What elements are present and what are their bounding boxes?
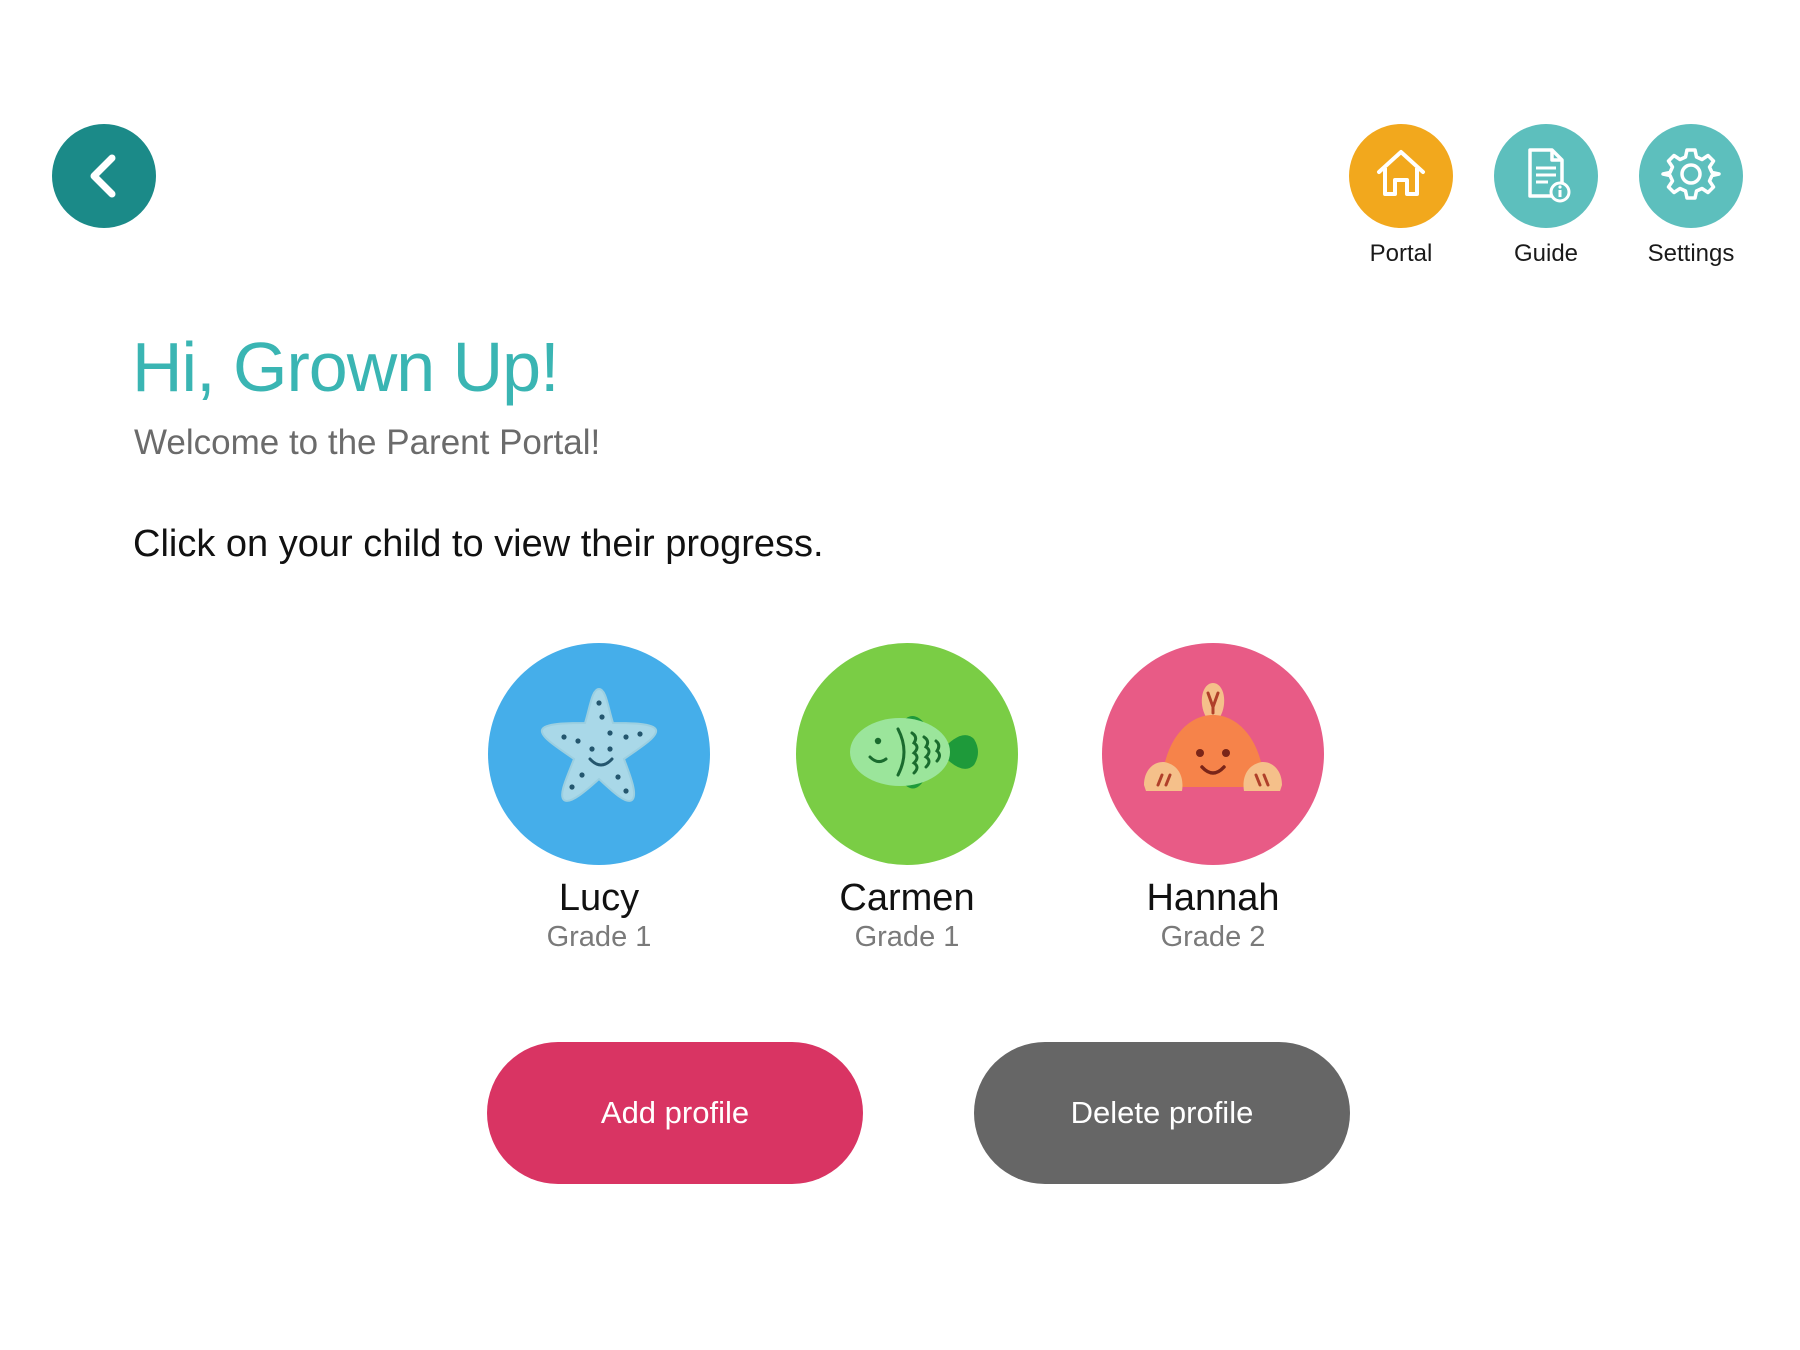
child-grade: Grade 2 <box>1160 920 1266 953</box>
nav-guide-button[interactable]: Guide <box>1476 124 1616 268</box>
child-grade: Grade 1 <box>546 920 652 953</box>
child-name: Lucy <box>558 877 640 919</box>
gear-icon <box>1659 142 1723 210</box>
nav-guide-label: Guide <box>1513 240 1579 267</box>
nav-settings-circle[interactable] <box>1639 124 1743 228</box>
nav-portal-label: Portal <box>1369 240 1433 267</box>
nav-guide-circle[interactable] <box>1494 124 1598 228</box>
back-button[interactable] <box>52 124 156 228</box>
fish-icon <box>822 667 992 841</box>
child-grade: Grade 1 <box>854 920 960 953</box>
instruction-text: Click on your child to view their progre… <box>133 523 824 565</box>
delete-profile-button[interactable]: Delete profile <box>974 1042 1350 1184</box>
parent-portal-page: Portal Guide Settings Hi, Grown Up! Welc… <box>0 0 1800 1350</box>
child-profile-carmen[interactable]: Carmen Grade 1 <box>787 643 1027 952</box>
page-subtitle: Welcome to the Parent Portal! <box>134 423 601 462</box>
nav-settings-button[interactable]: Settings <box>1621 124 1761 268</box>
nav-portal-button[interactable]: Portal <box>1331 124 1471 268</box>
child-name: Carmen <box>839 877 975 919</box>
nav-portal-circle[interactable] <box>1349 124 1453 228</box>
child-avatar[interactable] <box>488 643 710 865</box>
nav-settings-label: Settings <box>1647 240 1735 267</box>
child-avatar[interactable] <box>796 643 1018 865</box>
child-avatar[interactable] <box>1102 643 1324 865</box>
document-info-icon <box>1514 142 1578 210</box>
child-profile-lucy[interactable]: Lucy Grade 1 <box>479 643 719 952</box>
crab-icon <box>1128 667 1298 841</box>
child-name: Hannah <box>1146 877 1280 919</box>
add-profile-button[interactable]: Add profile <box>487 1042 863 1184</box>
page-title: Hi, Grown Up! <box>132 328 560 406</box>
starfish-icon <box>514 667 684 841</box>
home-icon <box>1369 142 1433 210</box>
child-profile-hannah[interactable]: Hannah Grade 2 <box>1093 643 1333 952</box>
chevron-left-icon <box>78 150 130 202</box>
